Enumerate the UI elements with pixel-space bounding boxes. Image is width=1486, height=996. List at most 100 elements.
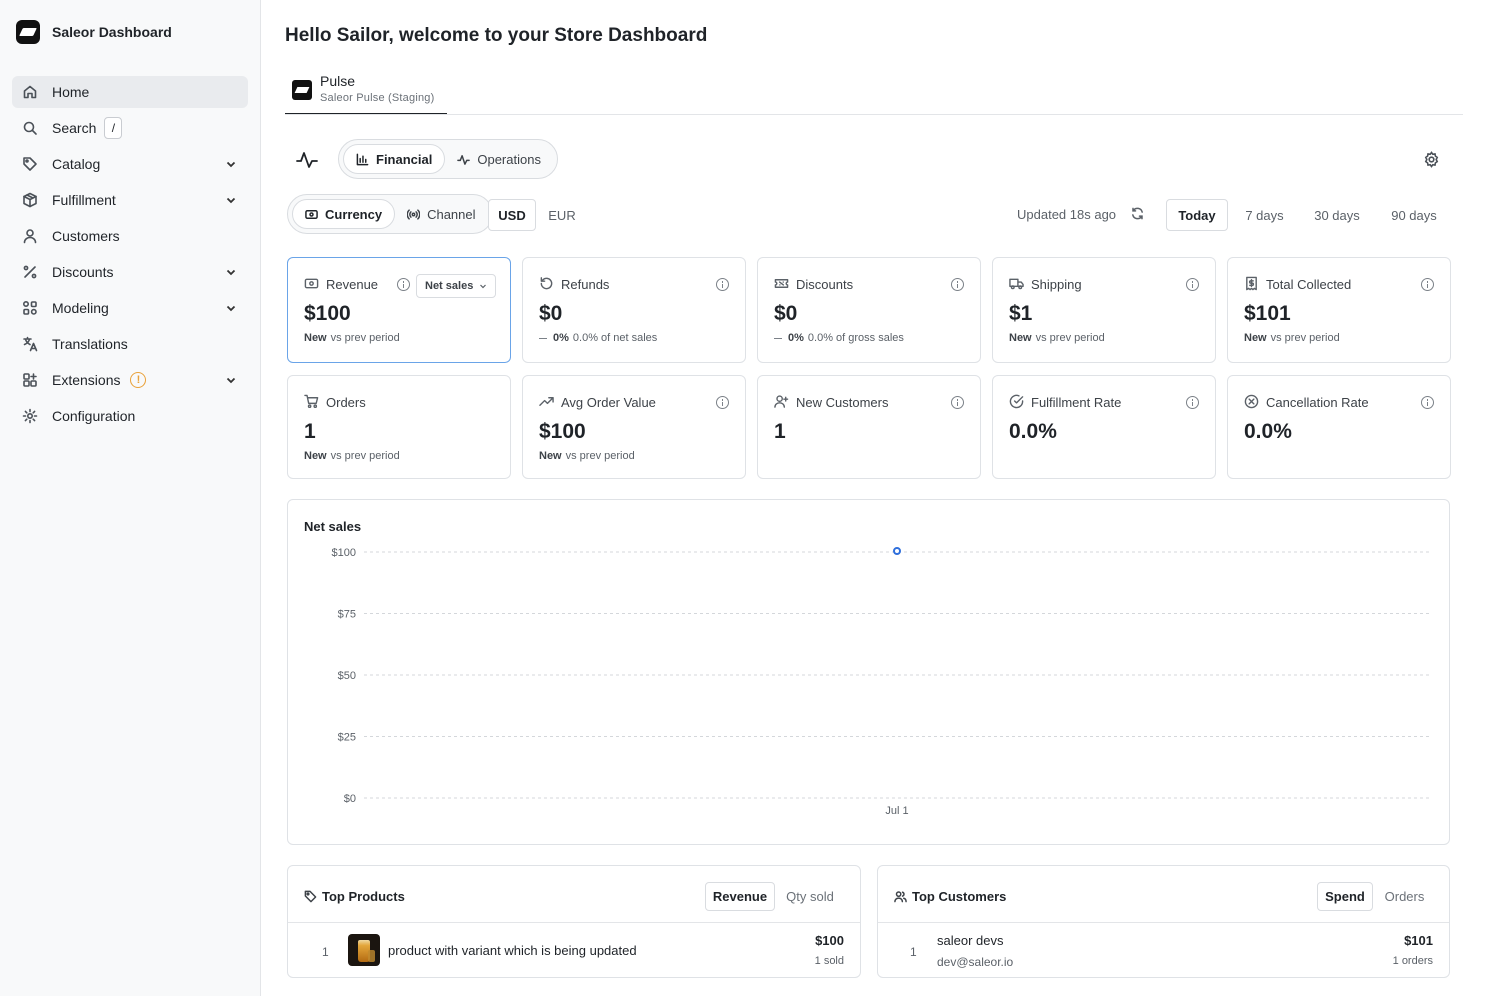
refresh-icon[interactable] [1130, 206, 1146, 222]
revenue-metric-select[interactable]: Net sales [416, 274, 497, 298]
kpi-value: $101 [1244, 302, 1291, 325]
currency-eur-button[interactable]: EUR [542, 199, 582, 231]
translate-icon [22, 336, 38, 352]
top-products-qty-toggle[interactable]: Qty sold [779, 882, 841, 911]
percent-icon [22, 264, 38, 280]
broadcast-icon [407, 208, 421, 220]
main-nav: Home Search / Catalog Fulfillment Custom… [12, 76, 248, 436]
tab-operations-label: Operations [477, 151, 541, 167]
sidebar-item-label: Home [52, 84, 90, 100]
kpi-card-fulfillment-rate[interactable]: Fulfillment Rate 0.0% [992, 375, 1216, 479]
top-products-revenue-toggle[interactable]: Revenue [705, 882, 775, 911]
sidebar-item-label: Fulfillment [52, 192, 116, 208]
kpi-card-cancellation-rate[interactable]: Cancellation Rate 0.0% [1227, 375, 1451, 479]
info-icon[interactable] [951, 396, 964, 409]
kpi-card-refunds[interactable]: Refunds $0 0% 0.0% of net sales [522, 257, 746, 363]
sidebar-item-home[interactable]: Home [12, 76, 248, 108]
chevron-down-icon[interactable] [224, 265, 238, 279]
kpi-card-shipping[interactable]: Shipping $1 New vs prev period [992, 257, 1216, 363]
kpi-label: Shipping [1031, 277, 1082, 292]
info-icon[interactable] [716, 278, 729, 291]
sidebar-item-configuration[interactable]: Configuration [12, 400, 248, 432]
brand[interactable]: Saleor Dashboard [16, 20, 172, 44]
tab-pulse[interactable]: Pulse Saleor Pulse (Staging) [285, 71, 447, 115]
product-qty: 1 sold [814, 955, 844, 967]
period-30-days-button[interactable]: 30 days [1302, 199, 1372, 231]
y-tick-label: $50 [338, 670, 356, 682]
user-icon [22, 228, 38, 244]
banknote-icon [304, 276, 320, 292]
kpi-label: Revenue [326, 277, 379, 292]
sidebar-item-search[interactable]: Search / [12, 112, 248, 144]
panel-title: Top Customers [912, 889, 1007, 904]
sidebar-item-fulfillment[interactable]: Fulfillment [12, 184, 248, 216]
period-90-days-button[interactable]: 90 days [1379, 199, 1449, 231]
sidebar-item-discounts[interactable]: Discounts [12, 256, 248, 288]
kpi-card-orders[interactable]: Orders 1 New vs prev period [287, 375, 511, 479]
chevron-down-icon[interactable] [224, 301, 238, 315]
tab-operations[interactable]: Operations [445, 144, 553, 174]
currency-usd-button[interactable]: USD [488, 199, 536, 231]
data-point[interactable] [893, 547, 901, 555]
settings-gear-icon[interactable] [1423, 151, 1440, 168]
chevron-down-icon[interactable] [224, 373, 238, 387]
kpi-label: Cancellation Rate [1266, 395, 1369, 410]
sidebar-item-label: Search [52, 120, 97, 136]
info-icon[interactable] [1186, 396, 1199, 409]
kpi-value: $100 [304, 302, 351, 325]
group-by-switcher: Currency Channel [287, 194, 493, 234]
info-icon[interactable] [1186, 278, 1199, 291]
top-products-header: Top Products Revenue Qty sold [288, 866, 860, 923]
group-by-currency[interactable]: Currency [292, 199, 396, 229]
kpi-value: $100 [539, 420, 586, 443]
y-tick-label: $25 [338, 732, 356, 744]
truck-icon [1009, 276, 1025, 292]
kpi-change: New vs prev period [1244, 332, 1340, 344]
kpi-card-avg-order-value[interactable]: Avg Order Value $100 New vs prev period [522, 375, 746, 479]
info-icon[interactable] [397, 278, 410, 291]
kpi-card-discounts[interactable]: Discounts $0 0% 0.0% of gross sales [757, 257, 981, 363]
kpi-value: $0 [774, 302, 798, 325]
customer-orders: 1 orders [1392, 955, 1433, 967]
kpi-card-total-collected[interactable]: Total Collected $101 New vs prev period [1227, 257, 1451, 363]
top-customers-spend-toggle[interactable]: Spend [1317, 882, 1373, 911]
kpi-change-note: vs prev period [1035, 332, 1105, 344]
app-tab-name: Pulse [320, 73, 356, 89]
sidebar-item-customers[interactable]: Customers [12, 220, 248, 252]
info-icon[interactable] [716, 396, 729, 409]
page-title: Hello Sailor, welcome to your Store Dash… [285, 25, 708, 46]
chevron-down-icon [480, 284, 487, 289]
trending-up-icon [539, 394, 555, 410]
kpi-change-note: vs prev period [330, 332, 400, 344]
period-7-days-button[interactable]: 7 days [1235, 199, 1294, 231]
kpi-value: $0 [539, 302, 563, 325]
sidebar-item-catalog[interactable]: Catalog [12, 148, 248, 180]
kpi-card-new-customers[interactable]: New Customers 1 [757, 375, 981, 479]
kpi-change: 0% 0.0% of gross sales [774, 332, 904, 344]
top-customers-orders-toggle[interactable]: Orders [1377, 882, 1432, 911]
period-today-button[interactable]: Today [1166, 199, 1228, 231]
kpi-change: New vs prev period [539, 450, 635, 462]
tab-financial[interactable]: Financial [343, 144, 446, 174]
chevron-down-icon[interactable] [224, 193, 238, 207]
kpi-label: Discounts [796, 277, 854, 292]
sidebar-item-extensions[interactable]: Extensions ! [12, 364, 248, 396]
kpi-change-value: 0% [553, 332, 569, 344]
kpi-card-revenue[interactable]: Revenue Net sales $100 New vs prev period [287, 257, 511, 363]
kpi-value: 0.0% [1244, 420, 1292, 443]
sidebar-item-label: Translations [52, 336, 128, 352]
kpi-value: 1 [304, 420, 316, 443]
group-by-channel[interactable]: Channel [395, 199, 487, 229]
top-customers-panel: Top Customers Spend Orders 1 saleor devs… [877, 865, 1450, 978]
x-circle-icon [1244, 394, 1260, 410]
info-icon[interactable] [1421, 396, 1434, 409]
info-icon[interactable] [1421, 278, 1434, 291]
info-icon[interactable] [951, 278, 964, 291]
receipt-dollar-icon [1244, 276, 1260, 292]
group-by-channel-label: Channel [427, 206, 476, 222]
sidebar-item-modeling[interactable]: Modeling [12, 292, 248, 324]
sidebar-item-label: Customers [52, 228, 120, 244]
modeling-icon [22, 300, 38, 316]
chevron-down-icon[interactable] [224, 157, 238, 171]
sidebar-item-translations[interactable]: Translations [12, 328, 248, 360]
